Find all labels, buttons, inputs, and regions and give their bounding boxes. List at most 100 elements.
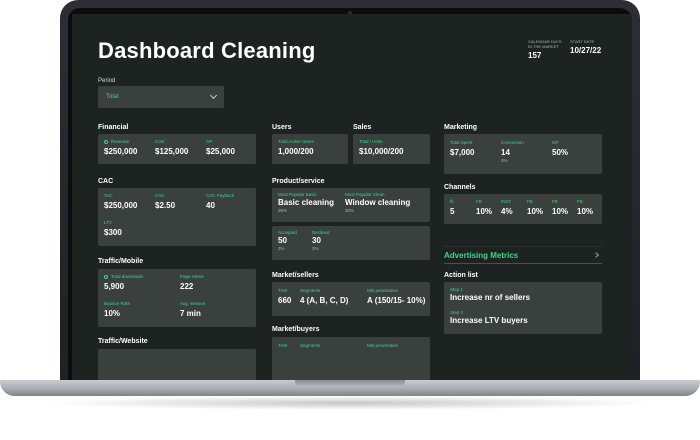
users-card: Total Active Users 1,000/200	[272, 134, 348, 164]
buyers-segments-metric: Segments	[300, 343, 320, 349]
total-spent-value: $7,000	[450, 148, 475, 157]
cac-payback-label: CAC Payback	[206, 193, 235, 198]
conversion-metric: Conversion 14 3%	[501, 140, 524, 164]
bounce-rate-value: 10%	[104, 309, 121, 318]
conversion-label: Conversion	[501, 140, 524, 145]
avg-session-value: 7 min	[180, 309, 201, 318]
action-list-card: Step 1 Increase nr of sellers Step 2 Inc…	[444, 282, 602, 334]
product-popular-card: Most Popular Basic Basic cleaning 36% Mo…	[272, 188, 430, 222]
most-popular-clean-share: 30%	[345, 208, 355, 213]
most-popular-basic-value: Basic cleaning	[278, 198, 335, 207]
laptop-notch	[295, 380, 405, 387]
period-select[interactable]: Total	[98, 86, 224, 108]
sellers-segments-metric: Segments 4 (A, B, C, D)	[300, 288, 348, 306]
page-views-metric: Page Views 222	[180, 274, 204, 292]
channel-metric: fb 5	[450, 199, 454, 217]
tac-value: $250,000	[104, 201, 138, 210]
channel-value: 4%	[501, 207, 513, 216]
traffic-website-title: Traffic/Website	[98, 338, 148, 345]
circle-icon	[104, 274, 108, 279]
avg-session-label: Avg. session	[180, 301, 206, 306]
page-title: Dashboard Cleaning	[98, 38, 316, 63]
most-popular-clean-metric: Most Popular Clean Window cleaning 30%	[345, 192, 410, 214]
chevron-down-icon	[209, 91, 218, 100]
cost-metric: Cost $125,000	[155, 139, 188, 157]
financial-title: Financial	[98, 124, 129, 131]
start-date-label: Start date	[570, 39, 595, 44]
traffic-website-card	[98, 349, 256, 380]
bounce-rate-label: Bounce Rate	[104, 301, 131, 306]
period-select-value: Total	[106, 94, 119, 100]
action-step[interactable]: Step 2 Increase LTV buyers	[450, 310, 528, 326]
sellers-penetration-value: A (150/15- 10%)	[367, 296, 426, 305]
total-downloads-label: Total downloads	[111, 274, 144, 279]
most-popular-basic-metric: Most Popular Basic Basic cleaning 36%	[278, 192, 334, 214]
cac-payback-metric: CAC Payback 40	[206, 193, 234, 211]
channel-value: 5	[450, 207, 455, 216]
channel-label: INST	[501, 199, 512, 204]
tac-label: TAC	[104, 193, 113, 198]
buyers-tam-label: TAM	[278, 343, 288, 348]
revenue-metric: Revenue $250,000	[104, 139, 137, 157]
market-buyers-title: Market/buyers	[272, 326, 320, 333]
most-popular-basic-share: 36%	[278, 208, 288, 213]
laptop-shadow	[40, 396, 660, 410]
start-date-stat: Start date 10/27/22	[570, 39, 610, 55]
page-views-label: Page Views	[180, 274, 204, 279]
tac-metric: TAC $250,000	[104, 193, 137, 211]
channel-label: FB	[476, 199, 482, 204]
cac-metric: CAC $2.50	[155, 193, 175, 211]
avg-session-metric: Avg. session 7 min	[180, 301, 205, 319]
start-date-value: 10/27/22	[570, 46, 602, 55]
calendar-days-stat: Calendar days in the market 157	[528, 39, 566, 60]
most-popular-clean-value: Window cleaning	[345, 198, 411, 207]
calendar-days-value: 157	[528, 51, 542, 60]
channel-value: 10%	[476, 207, 493, 216]
total-downloads-value: 5,900	[104, 282, 125, 291]
sellers-tam-label: TAM	[278, 288, 288, 293]
marketing-gp-label: GP	[552, 140, 559, 145]
accepted-metric: Accepted 50 3%	[278, 230, 297, 252]
financial-card: Revenue $250,000 Cost $125,000 GP $25,00…	[98, 134, 256, 164]
channel-label: FB	[577, 199, 583, 204]
active-users-metric: Total Active Users 1,000/200	[278, 139, 314, 157]
gp-value: $25,000	[206, 147, 235, 156]
channel-metric: FB 10%	[527, 199, 543, 217]
page-views-value: 222	[180, 282, 194, 291]
action-step-value: Increase LTV buyers	[450, 316, 528, 325]
buyers-penetration-label: Mkt penetration	[367, 343, 399, 348]
gp-metric: GP $25,000	[206, 139, 235, 157]
gp-label: GP	[206, 139, 213, 144]
action-step[interactable]: Step 1 Increase nr of sellers	[450, 287, 530, 303]
channels-card: fb 5 FB 10% INST 4% FB 10% FB 10% FB 10%	[444, 194, 602, 224]
sellers-tam-value: 660	[278, 296, 292, 305]
buyers-tam-metric: TAM	[278, 343, 287, 349]
bounce-rate-metric: Bounce Rate 10%	[104, 301, 130, 319]
market-buyers-card: TAM Segments Mkt penetration	[272, 337, 430, 380]
active-users-value: 1,000/200	[278, 147, 314, 156]
sales-value: $10,000/200	[359, 147, 404, 156]
total-spent-label: Total Spent	[450, 140, 473, 145]
sellers-segments-value: 4 (A, B, C, D)	[300, 296, 349, 305]
sales-title: Sales	[353, 124, 372, 131]
declined-metric: Declined 30 3%	[312, 230, 330, 252]
conversion-value: 14	[501, 148, 510, 157]
traffic-mobile-title: Traffic/Mobile	[98, 258, 144, 265]
channel-label: fb	[450, 199, 454, 204]
users-title: Users	[272, 124, 292, 131]
total-spent-metric: Total Spent $7,000	[450, 140, 474, 158]
channel-value: 10%	[552, 207, 569, 216]
cac-value: $2.50	[155, 201, 176, 210]
declined-share: 3%	[312, 246, 319, 251]
buyers-segments-label: Segments	[300, 343, 321, 348]
dashboard-screen: Dashboard Cleaning Calendar days in the …	[72, 14, 632, 380]
cac-label: CAC	[155, 193, 165, 198]
advertising-metrics-link[interactable]: Advertising Metrics	[444, 246, 602, 264]
sales-metric: Total / Units $10,000/200	[359, 139, 404, 157]
ltv-value: $300	[104, 228, 122, 237]
cac-payback-value: 40	[206, 201, 215, 210]
sales-card: Total / Units $10,000/200	[353, 134, 430, 164]
marketing-gp-value: 50%	[552, 148, 569, 157]
market-sellers-card: TAM 660 Segments 4 (A, B, C, D) Mkt pene…	[272, 282, 430, 316]
channel-metric: FB 10%	[577, 199, 593, 217]
